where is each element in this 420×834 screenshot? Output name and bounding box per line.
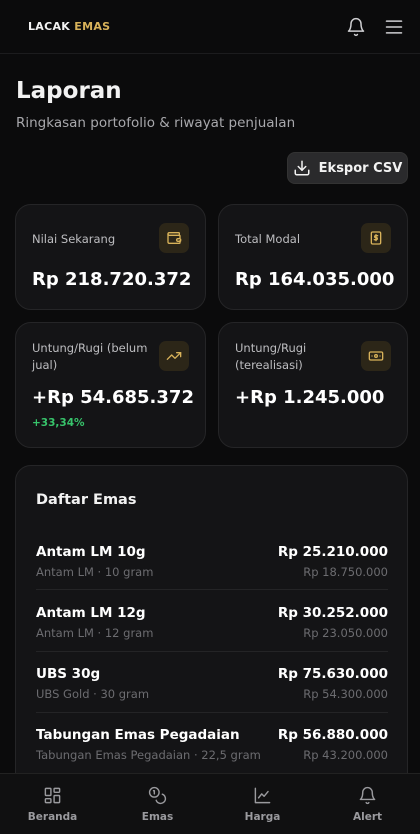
- gold-item-cost: Rp 43.200.000: [303, 748, 388, 762]
- bell-icon: [347, 17, 365, 36]
- realized-pl-badge: [361, 341, 391, 371]
- wallet-icon: [167, 232, 182, 244]
- unrealized-pl-badge: [159, 341, 189, 371]
- gold-item-cost: Rp 54.300.000: [303, 687, 388, 701]
- nav-label: Beranda: [27, 810, 78, 823]
- gold-list-item[interactable]: Antam LM 12g Antam LM · 12 gram Rp 30.25…: [36, 605, 388, 667]
- trending-up-icon: [166, 352, 182, 360]
- export-csv-label: Ekspor CSV: [318, 160, 403, 176]
- top-bar: LACAK EMAS: [0, 0, 420, 54]
- current-value-card: Nilai Sekarang Rp 218.720.372: [15, 204, 206, 310]
- gold-item-price: Rp 56.880.000: [277, 727, 388, 743]
- nav-label: Alert: [352, 810, 383, 823]
- nav-label: Emas: [141, 810, 174, 823]
- menu-button[interactable]: [384, 17, 404, 37]
- gold-item-name: Antam LM 12g: [36, 605, 146, 621]
- nav-item-beranda[interactable]: Beranda: [0, 774, 105, 834]
- page-title: Laporan: [16, 78, 122, 104]
- nav-item-emas[interactable]: Emas: [105, 774, 210, 834]
- unrealized-pl-amount: +Rp 54.685.372: [32, 387, 194, 408]
- realized-pl-label: Untung/Rugi (terealisasi): [235, 341, 307, 372]
- download-icon: [294, 160, 310, 176]
- gold-item-meta: Antam LM · 12 gram: [36, 626, 154, 640]
- current-value-badge: [159, 223, 189, 253]
- gold-item-meta: Tabungan Emas Pegadaian · 22,5 gram: [36, 748, 261, 762]
- gold-list-title: Daftar Emas: [36, 492, 137, 508]
- current-value-label: Nilai Sekarang: [32, 232, 116, 246]
- gold-list-item[interactable]: UBS 30g UBS Gold · 30 gram Rp 75.630.000…: [36, 666, 388, 728]
- notification-button[interactable]: [346, 17, 366, 37]
- nav-item-alert[interactable]: Alert: [315, 774, 420, 834]
- receipt-icon: [370, 231, 382, 245]
- unrealized-pl-percent: +33,34%: [32, 417, 85, 429]
- total-capital-label: Total Modal: [235, 232, 301, 246]
- unrealized-pl-card: Untung/Rugi (belum jual) +Rp 54.685.372 …: [15, 322, 206, 448]
- total-capital-card: Total Modal Rp 164.035.000: [218, 204, 408, 310]
- nav-label: Harga: [244, 810, 281, 823]
- chart-icon: [254, 787, 271, 803]
- bell-icon: [359, 786, 376, 804]
- gold-item-cost: Rp 18.750.000: [303, 565, 388, 579]
- gold-item-meta: Antam LM · 10 gram: [36, 565, 154, 579]
- divider: [36, 651, 388, 652]
- gold-list-item[interactable]: Antam LM 10g Antam LM · 10 gram Rp 25.21…: [36, 544, 388, 606]
- total-capital-amount: Rp 164.035.000: [235, 269, 395, 290]
- total-capital-badge: [361, 223, 391, 253]
- gold-item-price: Rp 30.252.000: [277, 605, 388, 621]
- gold-item-price: Rp 75.630.000: [277, 666, 388, 682]
- grid-icon: [44, 787, 61, 803]
- gold-item-name: UBS 30g: [36, 666, 101, 682]
- bottom-nav: Beranda Emas Harga Alert: [0, 773, 420, 834]
- logo-text-emas: EMAS: [74, 20, 111, 33]
- nav-item-harga[interactable]: Harga: [210, 774, 315, 834]
- gold-item-name: Antam LM 10g: [36, 544, 146, 560]
- divider: [36, 589, 388, 590]
- gold-list-card: Daftar Emas Antam LM 10g Antam LM · 10 g…: [15, 465, 408, 795]
- hamburger-menu-icon: [385, 19, 403, 34]
- export-csv-button[interactable]: Ekspor CSV: [287, 152, 408, 184]
- realized-pl-card: Untung/Rugi (terealisasi) +Rp 1.245.000: [218, 322, 408, 448]
- gold-item-price: Rp 25.210.000: [277, 544, 388, 560]
- current-value-amount: Rp 218.720.372: [32, 269, 192, 290]
- divider: [36, 712, 388, 713]
- gold-item-cost: Rp 23.050.000: [303, 626, 388, 640]
- app-logo[interactable]: LACAK EMAS: [28, 20, 110, 33]
- banknote-icon: [368, 351, 384, 361]
- gold-item-meta: UBS Gold · 30 gram: [36, 687, 150, 701]
- coins-icon: [148, 786, 167, 804]
- page-subtitle: Ringkasan portofolio & riwayat penjualan: [16, 115, 296, 131]
- unrealized-pl-label: Untung/Rugi (belum jual): [32, 341, 148, 372]
- logo-text-lacak: LACAK: [28, 20, 71, 33]
- gold-item-name: Tabungan Emas Pegadaian: [36, 727, 240, 743]
- realized-pl-amount: +Rp 1.245.000: [235, 387, 385, 408]
